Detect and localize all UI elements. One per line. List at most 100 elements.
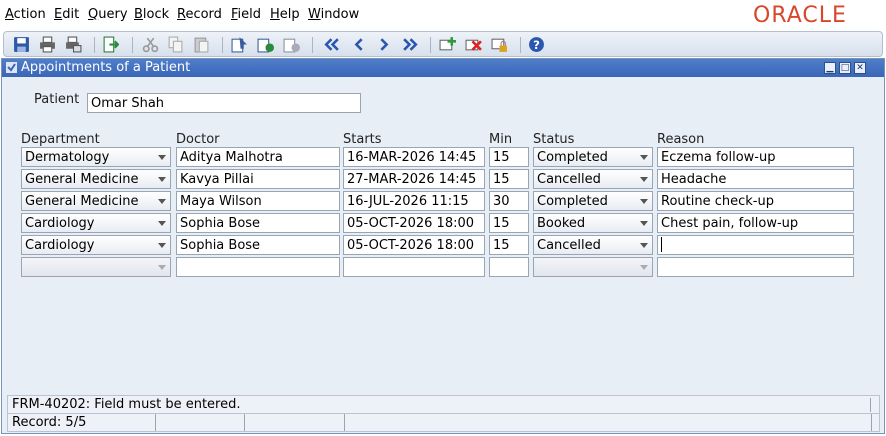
menu-bar: Action Edit Query Block Record Field Hel… (0, 0, 886, 30)
lock-record-icon[interactable] (490, 36, 508, 53)
menu-window[interactable]: Window (308, 7, 359, 22)
copy-icon[interactable] (166, 36, 184, 53)
menu-block[interactable]: Block (134, 7, 169, 22)
chevron-down-icon (640, 265, 648, 270)
column-header-department: Department (21, 132, 100, 147)
toolbar-separator (132, 37, 133, 53)
vertical-scrollbar[interactable] (871, 79, 884, 393)
status-select[interactable]: Completed (533, 147, 653, 167)
toolbar-separator (94, 37, 95, 53)
status-select[interactable]: Cancelled (533, 235, 653, 255)
min-field[interactable]: 15 (489, 147, 529, 167)
next-record-icon[interactable] (375, 36, 393, 53)
doctor-field[interactable] (176, 257, 340, 277)
insert-record-icon[interactable] (438, 36, 456, 53)
menu-action[interactable]: Action (5, 7, 46, 22)
exit-icon[interactable] (101, 36, 119, 53)
min-field[interactable]: 15 (489, 213, 529, 233)
toolbar-separator (312, 37, 313, 53)
close-icon[interactable]: ✕ (854, 62, 866, 74)
doctor-field[interactable]: Sophia Bose (176, 235, 340, 255)
chevron-down-icon (640, 221, 648, 226)
status-cell (156, 414, 245, 431)
toolbar-separator (520, 37, 521, 53)
status-select[interactable] (533, 257, 653, 277)
chevron-down-icon (158, 199, 166, 204)
menu-query[interactable]: Query (88, 7, 128, 22)
doctor-field[interactable]: Kavya Pillai (176, 169, 340, 189)
reason-field[interactable] (657, 235, 854, 255)
column-header-min: Min (489, 132, 513, 147)
reason-field[interactable]: Headache (657, 169, 854, 189)
menu-record[interactable]: Record (177, 7, 222, 22)
execute-query-icon[interactable] (256, 36, 274, 53)
min-field[interactable]: 15 (489, 169, 529, 189)
status-message: FRM-40202: Field must be entered. (12, 397, 241, 412)
chevron-down-icon (640, 199, 648, 204)
menu-help[interactable]: Help (270, 7, 300, 22)
delete-record-icon[interactable] (464, 36, 482, 53)
doctor-field[interactable]: Sophia Bose (176, 213, 340, 233)
message-line: FRM-40202: Field must be entered. (7, 395, 880, 414)
cancel-query-icon[interactable] (282, 36, 300, 53)
print-setup-icon[interactable] (64, 36, 82, 53)
starts-field[interactable]: 16-JUL-2026 11:15 (343, 191, 485, 211)
min-field[interactable]: 30 (489, 191, 529, 211)
doctor-field[interactable]: Aditya Malhotra (176, 147, 340, 167)
first-record-icon[interactable] (322, 36, 340, 53)
save-icon[interactable] (12, 36, 30, 53)
status-cell (345, 414, 872, 431)
previous-record-icon[interactable] (349, 36, 367, 53)
minimize-icon[interactable]: ▁ (824, 62, 836, 74)
chevron-down-icon (640, 177, 648, 182)
status-select[interactable]: Cancelled (533, 169, 653, 189)
min-field[interactable]: 15 (489, 235, 529, 255)
toolbar-separator (222, 37, 223, 53)
reason-field[interactable]: Eczema follow-up (657, 147, 854, 167)
min-field[interactable] (489, 257, 529, 277)
department-select[interactable]: Cardiology (21, 235, 171, 255)
reason-field[interactable] (657, 257, 854, 277)
patient-field[interactable]: Omar Shah (87, 93, 361, 113)
appointments-window: Appointments of a Patient ▁ □ ✕ Patient … (1, 58, 885, 434)
starts-field[interactable]: 05-OCT-2026 18:00 (343, 235, 485, 255)
chevron-down-icon (640, 155, 648, 160)
chevron-down-icon (158, 155, 166, 160)
window-titlebar[interactable]: Appointments of a Patient ▁ □ ✕ (2, 59, 884, 77)
department-select[interactable]: Dermatology (21, 147, 171, 167)
reason-field[interactable]: Chest pain, follow-up (657, 213, 854, 233)
department-select[interactable]: General Medicine (21, 169, 171, 189)
maximize-icon[interactable]: □ (839, 62, 851, 74)
menu-edit[interactable]: Edit (54, 7, 79, 22)
toolbar: ? (3, 31, 883, 57)
column-header-status: Status (533, 132, 575, 147)
form-canvas: Patient Omar Shah Department Doctor Star… (5, 79, 871, 393)
starts-field[interactable]: 27-MAR-2026 14:45 (343, 169, 485, 189)
help-icon[interactable]: ? (527, 36, 545, 53)
column-header-doctor: Doctor (176, 132, 220, 147)
chevron-down-icon (640, 243, 648, 248)
print-icon[interactable] (38, 36, 56, 53)
toolbar-separator (430, 37, 431, 53)
department-select[interactable]: General Medicine (21, 191, 171, 211)
reason-field[interactable]: Routine check-up (657, 191, 854, 211)
status-select[interactable]: Booked (533, 213, 653, 233)
record-line: Record: 5/5 (7, 414, 880, 432)
status-bar: FRM-40202: Field must be entered. Record… (7, 395, 880, 433)
department-select[interactable]: Cardiology (21, 213, 171, 233)
starts-field[interactable]: 05-OCT-2026 18:00 (343, 213, 485, 233)
menu-field[interactable]: Field (231, 7, 261, 22)
cut-icon[interactable] (141, 36, 159, 53)
chevron-down-icon (158, 221, 166, 226)
last-record-icon[interactable] (401, 36, 419, 53)
doctor-field[interactable]: Maya Wilson (176, 191, 340, 211)
status-select[interactable]: Completed (533, 191, 653, 211)
starts-field[interactable] (343, 257, 485, 277)
chevron-down-icon (158, 265, 166, 270)
enter-query-icon[interactable] (230, 36, 248, 53)
department-select[interactable] (21, 257, 171, 277)
record-indicator: Record: 5/5 (8, 414, 156, 431)
starts-field[interactable]: 16-MAR-2026 14:45 (343, 147, 485, 167)
column-header-starts: Starts (343, 132, 382, 147)
paste-icon[interactable] (192, 36, 210, 53)
